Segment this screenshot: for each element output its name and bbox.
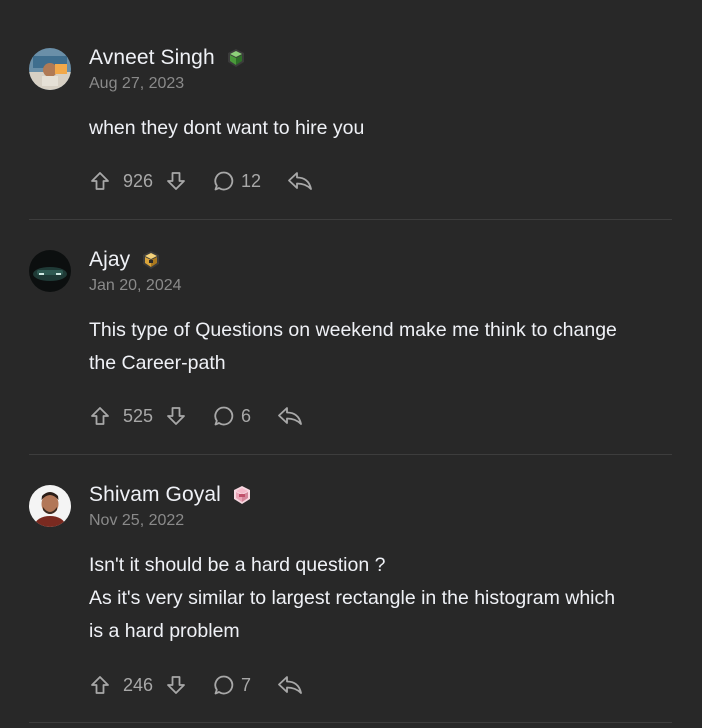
author-name[interactable]: Ajay: [89, 248, 130, 272]
comment-date: Jan 20, 2024: [89, 277, 182, 294]
upvote-count: 926: [123, 170, 154, 191]
comment-bubble-icon[interactable]: [213, 170, 235, 192]
downvote-arrow-icon[interactable]: [165, 170, 187, 192]
comment-header: Shivam Goyal Nov 25, 2022: [89, 481, 252, 533]
author-name[interactable]: Avneet Singh: [89, 46, 215, 70]
author-name[interactable]: Shivam Goyal: [89, 483, 221, 507]
comment-body: This type of Questions on weekend make m…: [89, 314, 672, 380]
upvote-arrow-icon[interactable]: [89, 170, 111, 192]
comment-date: Nov 25, 2022: [89, 512, 185, 529]
comment-line: This type of Questions on weekend make m…: [89, 319, 617, 341]
comment-line: As it's very similar to largest rectangl…: [89, 587, 616, 609]
divider: [29, 219, 672, 220]
avatar[interactable]: [29, 48, 71, 90]
pink-cube-badge-icon[interactable]: [232, 485, 252, 505]
comments-list: Avneet Singh Aug 27, 2023 when they dont…: [0, 0, 702, 728]
comment-actions: 246 7: [89, 671, 303, 699]
comment-body: Isn't it should be a hard question ? As …: [89, 549, 672, 648]
downvote-arrow-icon[interactable]: [165, 405, 187, 427]
comment-line: the Career-path: [89, 352, 226, 374]
comment-line: when they dont want to hire you: [89, 117, 365, 139]
divider: [29, 722, 672, 723]
comment-bubble-icon[interactable]: [213, 674, 235, 696]
comment-header: Avneet Singh Aug 27, 2023: [89, 44, 246, 96]
comment-line: is a hard problem: [89, 620, 240, 642]
upvote-arrow-icon[interactable]: [89, 405, 111, 427]
comment-bubble-icon[interactable]: [213, 405, 235, 427]
upvote-count: 525: [123, 405, 154, 426]
comment-actions: 525 6: [89, 402, 303, 430]
upvote-arrow-icon[interactable]: [89, 674, 111, 696]
reply-count[interactable]: 6: [241, 406, 251, 427]
divider: [29, 454, 672, 455]
reply-count[interactable]: 12: [241, 171, 261, 192]
reply-arrow-icon[interactable]: [277, 405, 303, 427]
comment-date: Aug 27, 2023: [89, 75, 185, 92]
comment-body: when they dont want to hire you: [89, 112, 672, 145]
comment-actions: 926 12: [89, 167, 313, 195]
avatar[interactable]: [29, 485, 71, 527]
gold-cube-badge-icon[interactable]: [141, 250, 161, 270]
reply-count[interactable]: 7: [241, 675, 251, 696]
comment-line: Isn't it should be a hard question ?: [89, 554, 386, 576]
upvote-count: 246: [123, 674, 154, 695]
green-cube-badge-icon[interactable]: [226, 48, 246, 68]
downvote-arrow-icon[interactable]: [165, 674, 187, 696]
comment-header: Ajay Jan 20, 2024: [89, 246, 182, 298]
avatar[interactable]: [29, 250, 71, 292]
reply-arrow-icon[interactable]: [287, 170, 313, 192]
reply-arrow-icon[interactable]: [277, 674, 303, 696]
